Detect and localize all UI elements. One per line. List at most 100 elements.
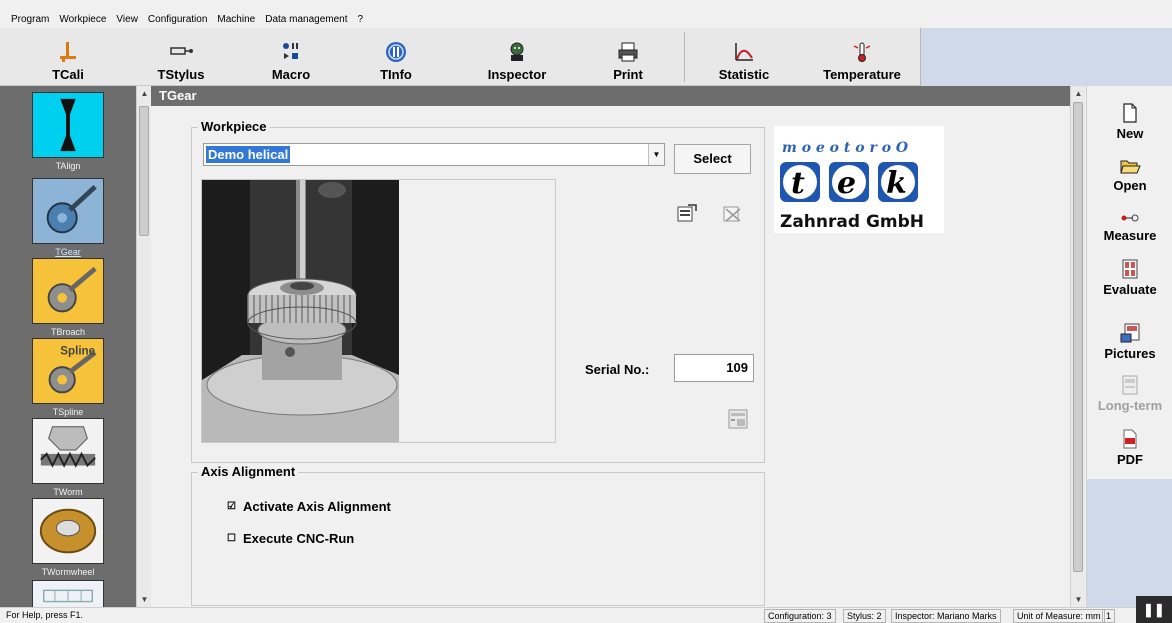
chevron-down-icon[interactable]: ▼: [648, 144, 664, 165]
workpiece-selected-value: Demo helical: [206, 146, 291, 163]
sidebar-item-next[interactable]: [0, 580, 136, 607]
status-inspector: Inspector: Mariano Marks: [891, 609, 1001, 623]
sidebar-item-tspline[interactable]: Spline TSpline: [0, 338, 136, 417]
tgear-thumbnail: [32, 178, 104, 244]
activate-axis-alignment-checkbox[interactable]: ☑ Activate Axis Alignment: [226, 499, 391, 514]
tinfo-button[interactable]: TInfo: [368, 28, 424, 86]
pictures-icon: [1120, 323, 1140, 343]
temperature-icon: [853, 42, 871, 62]
calibration-icon: [60, 42, 76, 62]
inspector-label: Inspector: [487, 67, 547, 82]
sidebar-item-label: TSpline: [52, 407, 84, 417]
sidebar-scrollbar[interactable]: ▲ ▼: [136, 86, 151, 607]
new-label: New: [1116, 126, 1144, 141]
sidebar-item-label: TGear: [55, 247, 81, 257]
tstylus-label: TStylus: [157, 67, 205, 82]
gear-photo-image: [202, 180, 399, 442]
menu-data-management[interactable]: Data management: [260, 14, 352, 25]
pdf-icon: [1123, 429, 1137, 449]
long-term-icon: [1122, 375, 1138, 395]
checkbox-unchecked-icon[interactable]: ☐: [226, 533, 237, 544]
delete-workpiece-icon[interactable]: [722, 203, 744, 223]
workpiece-photo: [202, 180, 399, 442]
scroll-thumb[interactable]: [139, 106, 149, 236]
action-sidebar-blank-area: [1087, 479, 1172, 607]
inspector-icon: [510, 42, 524, 61]
toolbar: TCali TStylus Macro TInfo Inspector Prin…: [0, 28, 1172, 86]
module-sidebar: TAlign TGear TBroach Spline TSpline TWor…: [0, 86, 136, 607]
edit-workpiece-icon[interactable]: [676, 203, 698, 223]
measure-button[interactable]: Measure: [1087, 210, 1172, 243]
menu-bar: Program Workpiece View Configuration Mac…: [0, 10, 1172, 28]
svg-text:m o e o t o r o O: m o e o t o r o O: [782, 140, 909, 156]
tbroach-thumbnail: [32, 258, 104, 324]
long-term-label: Long-term: [1097, 398, 1163, 413]
sidebar-item-label: TAlign: [55, 161, 81, 171]
menu-workpiece[interactable]: Workpiece: [54, 14, 111, 25]
scroll-thumb[interactable]: [1073, 102, 1083, 572]
metrotek-logo-graphic: m o e o t o r o O t e k Zahnrad GmbH: [774, 126, 944, 233]
menu-help[interactable]: ?: [353, 14, 369, 25]
statistic-button[interactable]: Statistic: [704, 28, 784, 86]
inspector-button[interactable]: Inspector: [474, 28, 560, 86]
tspline-thumbnail: Spline: [32, 338, 104, 404]
temperature-label: Temperature: [823, 67, 901, 82]
statistic-icon: [735, 43, 753, 61]
spline-overlay-text: Spline: [60, 345, 95, 358]
printer-icon: [618, 42, 638, 62]
status-page: 1: [1102, 609, 1116, 623]
open-button[interactable]: Open: [1087, 156, 1172, 193]
page-title: TGear: [151, 86, 1070, 106]
print-button[interactable]: Print: [602, 28, 654, 86]
talign-thumbnail: [32, 92, 104, 158]
measure-icon: [1121, 214, 1139, 222]
serial-number-field[interactable]: 109: [674, 354, 754, 382]
temperature-button[interactable]: Temperature: [806, 28, 918, 86]
macro-button[interactable]: Macro: [258, 28, 324, 86]
sidebar-item-label: TWormwheel: [41, 567, 95, 577]
workpiece-group-title: Workpiece: [198, 119, 270, 134]
menu-machine[interactable]: Machine: [212, 14, 260, 25]
checkbox-checked-icon[interactable]: ☑: [226, 501, 237, 512]
pdf-button[interactable]: PDF: [1087, 428, 1172, 467]
company-logo: m o e o t o r o O t e k Zahnrad GmbH: [774, 126, 944, 233]
open-label: Open: [1113, 178, 1147, 193]
sidebar-item-twormwheel[interactable]: TWormwheel: [0, 498, 136, 577]
sidebar-item-tworm[interactable]: TWorm: [0, 418, 136, 497]
svg-text:Zahnrad GmbH: Zahnrad GmbH: [780, 212, 924, 232]
workpiece-combobox[interactable]: Demo helical ▼: [203, 143, 665, 166]
menu-program[interactable]: Program: [6, 14, 54, 25]
calculator-icon[interactable]: [727, 408, 749, 430]
long-term-button[interactable]: Long-term: [1087, 374, 1172, 413]
scroll-down-icon[interactable]: ▼: [137, 592, 152, 607]
pictures-label: Pictures: [1104, 346, 1156, 361]
svg-text:t: t: [791, 166, 805, 201]
execute-cnc-run-checkbox[interactable]: ☐ Execute CNC-Run: [226, 531, 354, 546]
pause-icon[interactable]: ❚❚: [1136, 596, 1172, 623]
tcali-button[interactable]: TCali: [38, 28, 98, 86]
menu-view[interactable]: View: [111, 14, 143, 25]
pictures-button[interactable]: Pictures: [1087, 322, 1172, 361]
sidebar-item-tbroach[interactable]: TBroach: [0, 258, 136, 337]
sidebar-item-tgear[interactable]: TGear: [0, 178, 136, 257]
evaluate-button[interactable]: Evaluate: [1087, 258, 1172, 297]
scroll-up-icon[interactable]: ▲: [137, 86, 152, 101]
sidebar-item-label: TBroach: [50, 327, 85, 337]
svg-text:k: k: [886, 166, 907, 201]
toolbar-separator: [684, 32, 685, 82]
menu-configuration[interactable]: Configuration: [143, 14, 212, 25]
macro-icon: [283, 43, 298, 59]
info-icon: [386, 42, 406, 62]
status-stylus: Stylus: 2: [843, 609, 886, 623]
select-button[interactable]: Select: [674, 144, 751, 174]
measure-label: Measure: [1103, 228, 1157, 243]
toolbar-blank-area: [920, 28, 1172, 86]
sidebar-item-label: TWorm: [53, 487, 83, 497]
new-button[interactable]: New: [1087, 102, 1172, 141]
tstylus-button[interactable]: TStylus: [146, 28, 216, 86]
main-scrollbar[interactable]: ▲ ▼: [1070, 86, 1085, 607]
scroll-up-icon[interactable]: ▲: [1071, 86, 1086, 101]
evaluate-icon: [1122, 259, 1138, 279]
scroll-down-icon[interactable]: ▼: [1071, 592, 1086, 607]
sidebar-item-talign[interactable]: TAlign: [0, 92, 136, 171]
